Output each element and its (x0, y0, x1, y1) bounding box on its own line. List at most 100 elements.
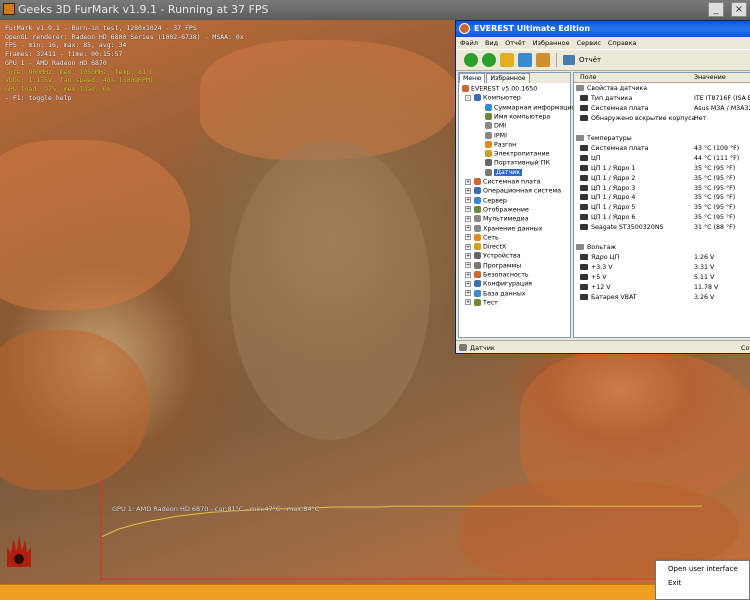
back-icon[interactable] (464, 53, 478, 67)
tree-item-label: Суммарная информация (494, 104, 576, 112)
report-button[interactable]: Отчёт (579, 56, 601, 64)
expand-icon[interactable]: + (465, 225, 471, 231)
up-icon[interactable] (500, 53, 514, 67)
tree-node-icon (485, 168, 492, 176)
minimize-button[interactable]: _ (708, 2, 724, 17)
forward-icon[interactable] (482, 53, 496, 67)
expand-icon[interactable]: + (465, 243, 471, 250)
tree-item[interactable]: IPMI (485, 131, 507, 141)
tree-item-label: Имя компьютера (494, 113, 551, 121)
menu-exit[interactable]: Exit (668, 579, 681, 587)
tree-item[interactable]: + Хранение данных (465, 224, 542, 234)
nav-tabs: Меню Избранное (459, 73, 570, 83)
menu-view[interactable]: Вид (485, 39, 498, 49)
tree-node-icon (485, 140, 492, 148)
column-field[interactable]: Поле (580, 74, 597, 81)
tree-item[interactable]: + Отображение (465, 205, 529, 215)
sensor-field: Батарея VBAT (591, 293, 637, 301)
sensor-icon (580, 184, 588, 191)
menu-open-user-interface[interactable]: Open user interface (668, 565, 738, 573)
expand-icon[interactable]: + (465, 262, 471, 269)
expand-icon[interactable]: + (465, 271, 471, 278)
tree-item[interactable]: Суммарная информация (485, 103, 576, 113)
tree-item[interactable]: Портативный ПК (485, 159, 550, 168)
expand-icon[interactable]: + (465, 206, 471, 213)
tree-item[interactable]: + Безопасность (465, 271, 529, 280)
expand-icon[interactable]: + (465, 187, 471, 194)
report-icon[interactable] (563, 55, 575, 65)
furmark-titlebar[interactable]: Geeks 3D FurMark v1.9.1 - Running at 37 … (0, 0, 750, 20)
tree-item[interactable]: + Мультимедиа (465, 215, 529, 224)
expand-icon[interactable]: + (465, 215, 471, 222)
sensor-icon (580, 164, 588, 171)
menu-help[interactable]: Справка (608, 39, 637, 49)
tree-item[interactable]: EVEREST v5.00.1650 (462, 85, 537, 94)
everest-titlebar[interactable]: EVEREST Ultimate Edition (456, 21, 750, 37)
sensor-icon (580, 214, 588, 221)
furmark-app-icon (3, 3, 15, 15)
tree-item[interactable]: DMI (485, 122, 506, 131)
sensor-value: 35 °C (95 °F) (694, 184, 736, 192)
osd-line: GPU load: 97%, mem load: 0% (5, 84, 111, 93)
tree-node-icon (474, 261, 481, 269)
sensor-field: ЦП 1 / Ядро 6 (591, 214, 636, 222)
column-header: Поле Значение (574, 73, 750, 83)
expand-icon[interactable]: + (465, 280, 471, 287)
sensor-value: 31 °C (88 °F) (694, 224, 736, 232)
tree-item[interactable]: Имя компьютера (485, 112, 551, 122)
tree-item[interactable]: Разгон (485, 140, 517, 150)
menu-report[interactable]: Отчёт (505, 39, 526, 49)
tree-node-icon (474, 187, 481, 195)
tree-item[interactable]: Датчик (485, 168, 523, 178)
sensor-field: Ядро ЦП (591, 254, 620, 262)
sensor-icon (580, 114, 588, 121)
expand-icon[interactable]: + (465, 178, 471, 185)
sensor-field: Вольтаж (587, 244, 617, 252)
sensor-value: 43 °C (109 °F) (694, 144, 740, 152)
furmark-osd: FurMark v1.9.1 - Burn-in test, 1280x1024… (5, 24, 244, 102)
menu-favorites[interactable]: Избранное (533, 39, 570, 49)
tree-item[interactable]: - Компьютер (465, 94, 521, 103)
sensor-value: 35 °C (95 °F) (694, 174, 736, 182)
tree-item[interactable]: + Конфигурация (465, 280, 532, 289)
close-button[interactable]: × (731, 2, 747, 17)
tab-favorites[interactable]: Избранное (486, 73, 530, 83)
tree-item[interactable]: + Сеть (465, 233, 499, 243)
refresh-icon[interactable] (518, 53, 532, 67)
everest-window[interactable]: EVEREST Ultimate Edition Файл Вид Отчёт … (455, 20, 750, 354)
status-bar: Датчик Сор (456, 340, 750, 354)
tree-item[interactable]: Электропитание (485, 150, 549, 159)
users-icon[interactable] (536, 53, 550, 67)
sensor-field: +5 V (591, 274, 607, 282)
status-right: Сор (741, 344, 750, 352)
sensor-field: ЦП 1 / Ядро 4 (591, 194, 636, 202)
expand-icon[interactable]: + (465, 290, 471, 297)
tree-item[interactable]: + Системная плата (465, 178, 541, 187)
tree-item-label: EVEREST v5.00.1650 (471, 85, 538, 93)
column-value[interactable]: Значение (694, 74, 726, 81)
group-icon (576, 244, 584, 251)
tab-menu[interactable]: Меню (459, 73, 486, 83)
tree-item[interactable]: + Программы (465, 261, 521, 271)
tree-item[interactable]: + Сервер (465, 196, 507, 206)
tree-item[interactable]: + DirectX (465, 243, 506, 252)
expand-icon[interactable]: + (465, 234, 471, 241)
everest-toolbar: Отчёт (456, 49, 750, 71)
expand-icon[interactable]: + (465, 299, 471, 306)
tree-item[interactable]: + Операционная система (465, 187, 561, 196)
tree-item-label: Сеть (483, 234, 499, 242)
menu-file[interactable]: Файл (460, 39, 478, 49)
tree-item[interactable]: + База данных (465, 289, 526, 299)
menu-tools[interactable]: Сервис (577, 39, 601, 49)
sensor-field: Тип датчика (591, 94, 633, 102)
tree-node-icon (462, 85, 469, 92)
tree-item[interactable]: + Устройства (465, 252, 521, 261)
collapse-icon[interactable]: - (465, 94, 471, 101)
tree-item-label: IPMI (494, 132, 507, 139)
expand-icon[interactable]: + (465, 252, 471, 259)
expand-icon[interactable]: + (465, 197, 471, 204)
tree-item-label: Разгон (494, 141, 517, 149)
sensor-value: ITE IT8716F (ISA E (694, 94, 750, 102)
tree-item[interactable]: + Тест (465, 298, 498, 308)
sensor-icon (580, 94, 588, 101)
